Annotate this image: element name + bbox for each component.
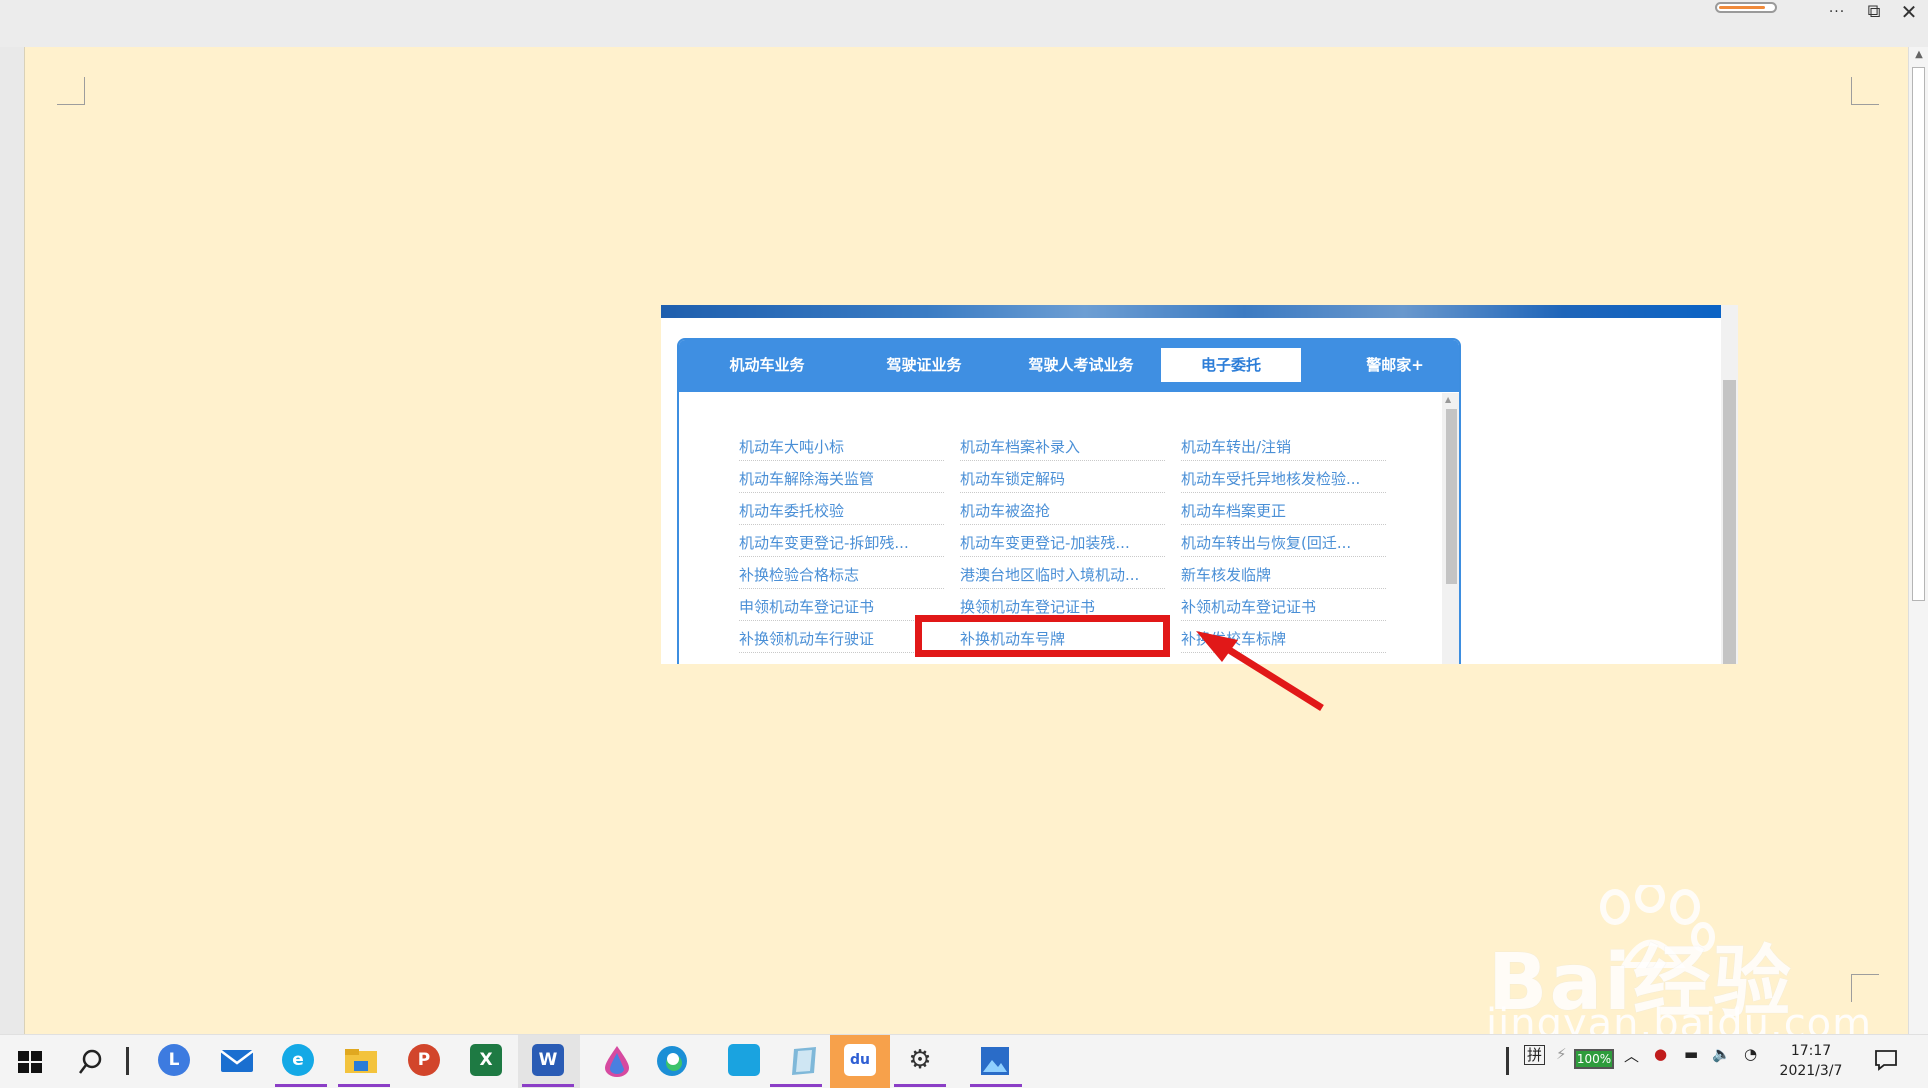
- taskbar-clock[interactable]: 17:17 2021/3/7: [1776, 1041, 1846, 1081]
- notification-icon[interactable]: [1874, 1049, 1898, 1071]
- site-banner: [661, 305, 1721, 318]
- volume-icon[interactable]: 🔈: [1712, 1045, 1731, 1063]
- service-link[interactable]: 机动车受托异地核发检验...: [1181, 465, 1386, 493]
- page-margin-corner: [1851, 77, 1879, 105]
- edge-icon[interactable]: [656, 1045, 688, 1077]
- word-icon[interactable]: W: [532, 1044, 564, 1076]
- qq-icon[interactable]: ●: [1654, 1045, 1667, 1063]
- tab-exam[interactable]: 驾驶人考试业务: [1011, 348, 1151, 382]
- file-explorer-icon[interactable]: [344, 1047, 378, 1075]
- clock-time: 17:17: [1790, 1043, 1832, 1059]
- screen-app-icon[interactable]: [728, 1044, 760, 1076]
- service-link[interactable]: 机动车转出与恢复(回迁...: [1181, 529, 1386, 557]
- wifi-icon[interactable]: ◔: [1744, 1045, 1757, 1063]
- running-indicator: [970, 1084, 1022, 1087]
- service-link[interactable]: 补领机动车登记证书: [1181, 593, 1386, 621]
- list-scrollbar[interactable]: ▲: [1442, 393, 1459, 664]
- chevron-up-icon[interactable]: ︿: [1624, 1045, 1639, 1066]
- service-link[interactable]: 机动车变更登记-拆卸残...: [739, 529, 944, 557]
- clock-date: 2021/3/7: [1779, 1063, 1843, 1079]
- restore-button[interactable]: ⧉: [1855, 0, 1893, 26]
- baidu-icon[interactable]: du: [844, 1044, 876, 1076]
- more-options-button[interactable]: ···: [1818, 0, 1856, 26]
- service-link[interactable]: 补换领机动车行驶证: [739, 625, 944, 653]
- excel-icon[interactable]: X: [470, 1044, 502, 1076]
- service-link[interactable]: 机动车锁定解码: [960, 465, 1165, 493]
- power-icon[interactable]: ▬: [1684, 1045, 1698, 1063]
- scrollbar-thumb[interactable]: [1912, 67, 1925, 601]
- running-indicator: [338, 1084, 390, 1087]
- service-link[interactable]: 机动车大吨小标: [739, 433, 944, 461]
- service-link[interactable]: 港澳台地区临时入境机动...: [960, 561, 1165, 589]
- running-indicator: [894, 1084, 946, 1087]
- scroll-up-arrow-icon[interactable]: ▲: [1912, 49, 1926, 63]
- notes-app-icon[interactable]: [788, 1045, 820, 1077]
- ie-icon[interactable]: e: [282, 1044, 314, 1076]
- service-link[interactable]: 补换发校车标牌: [1181, 625, 1386, 653]
- page-margin-corner: [57, 77, 85, 105]
- highlight-box: [915, 615, 1170, 657]
- scroll-up-arrow-icon[interactable]: ▲: [1445, 395, 1451, 404]
- mail-icon[interactable]: [220, 1047, 254, 1075]
- search-icon[interactable]: [78, 1048, 104, 1076]
- ime-indicator[interactable]: 拼: [1524, 1045, 1546, 1065]
- service-tabs: 机动车业务 驾驶证业务 驾驶人考试业务 电子委托 警邮家+: [679, 340, 1459, 392]
- taskbar: L e P X W du ⚙ 拼 ⚡ 100% ︿ ● ▬ 🔈 ◔ 17:17 …: [0, 1034, 1928, 1088]
- photos-icon[interactable]: [980, 1046, 1010, 1076]
- service-link[interactable]: 补换检验合格标志: [739, 561, 944, 589]
- running-indicator: [275, 1084, 327, 1087]
- list-scrollbar-thumb[interactable]: [1446, 409, 1457, 584]
- running-indicator: [770, 1084, 822, 1087]
- service-link[interactable]: 申领机动车登记证书: [739, 593, 944, 621]
- tray-divider: [1506, 1047, 1509, 1075]
- drop-app-icon[interactable]: [604, 1045, 630, 1077]
- powerpoint-icon[interactable]: P: [408, 1044, 440, 1076]
- service-link[interactable]: 机动车变更登记-加装残...: [960, 529, 1165, 557]
- service-link[interactable]: 机动车解除海关监管: [739, 465, 944, 493]
- document-scrollbar[interactable]: ▲: [1908, 47, 1928, 1034]
- service-link[interactable]: 机动车转出/注销: [1181, 433, 1386, 461]
- taskbar-divider: [126, 1047, 129, 1075]
- service-link[interactable]: 新车核发临牌: [1181, 561, 1386, 589]
- tab-e-entrust[interactable]: 电子委托: [1161, 348, 1301, 382]
- service-link[interactable]: 机动车被盗抢: [960, 497, 1165, 525]
- close-button[interactable]: ✕: [1890, 0, 1928, 26]
- embedded-screenshot: 机动车业务 驾驶证业务 驾驶人考试业务 电子委托 警邮家+ 机动车大吨小标 机动车…: [661, 305, 1738, 664]
- tab-license[interactable]: 驾驶证业务: [854, 348, 994, 382]
- progress-indicator: [1715, 2, 1777, 13]
- charging-icon: ⚡: [1556, 1045, 1567, 1063]
- tab-vehicle[interactable]: 机动车业务: [697, 348, 837, 382]
- page-scrollbar-thumb[interactable]: [1723, 380, 1736, 664]
- service-link[interactable]: 机动车委托校验: [739, 497, 944, 525]
- window-titlebar: ··· ⧉ ✕: [0, 0, 1928, 47]
- page-margin-corner: [1851, 974, 1879, 1002]
- service-link[interactable]: 机动车档案补录入: [960, 433, 1165, 461]
- progress-fill: [1719, 6, 1765, 9]
- settings-icon[interactable]: ⚙: [904, 1044, 936, 1076]
- tab-postal[interactable]: 警邮家+: [1325, 348, 1465, 382]
- service-link[interactable]: 机动车档案更正: [1181, 497, 1386, 525]
- battery-indicator[interactable]: 100%: [1574, 1049, 1614, 1069]
- lenovo-icon[interactable]: L: [158, 1044, 190, 1076]
- start-icon[interactable]: [18, 1051, 42, 1073]
- running-indicator: [522, 1084, 574, 1087]
